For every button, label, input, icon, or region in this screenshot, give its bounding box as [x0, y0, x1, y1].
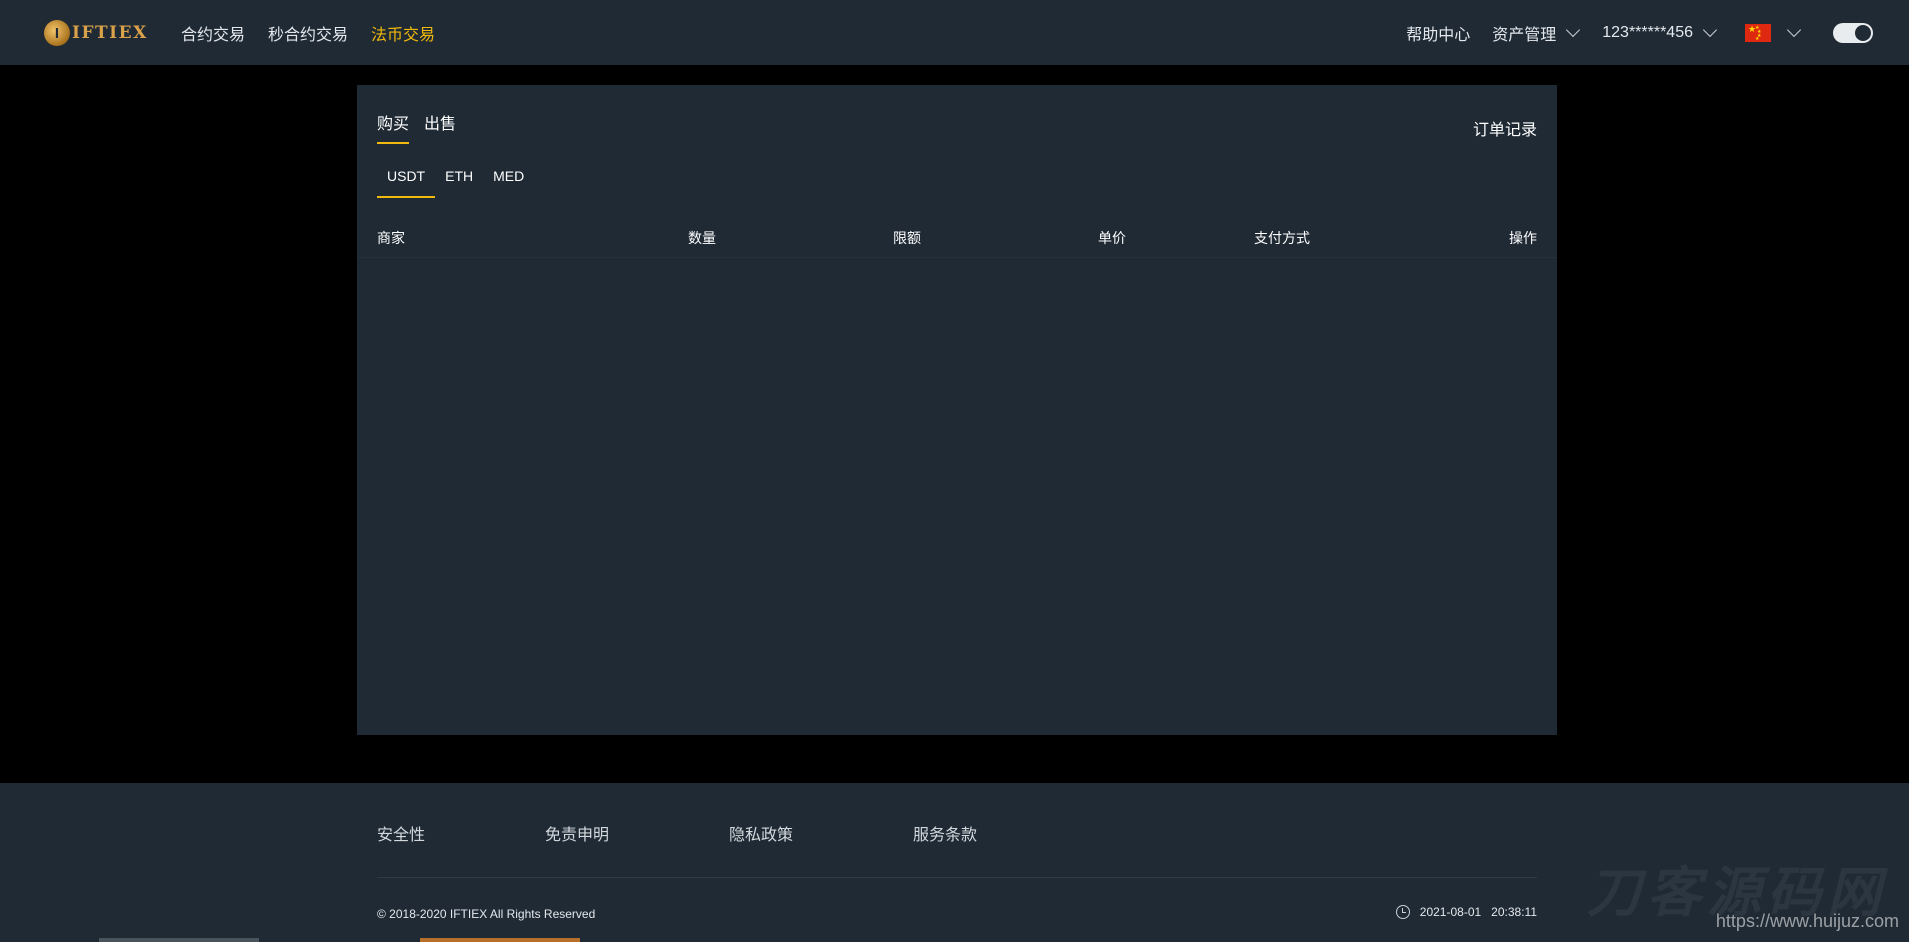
fiat-trade-panel: 购买 出售 订单记录 USDT ETH MED 商家 数量 限额 单价 支付方式…: [357, 85, 1557, 735]
table-divider: [357, 257, 1557, 258]
asset-management-label: 资产管理: [1492, 26, 1557, 44]
logo-text: IFTIEX: [72, 23, 148, 43]
footer-link-privacy[interactable]: 隐私政策: [729, 821, 793, 845]
footer-link-disclaimer[interactable]: 免责申明: [545, 821, 609, 845]
table-header: 商家 数量 限额 单价 支付方式 操作: [377, 228, 1537, 258]
coin-tabs: USDT ETH MED: [377, 168, 534, 200]
server-clock: 20:38:11: [1491, 905, 1537, 919]
logo-mark-icon: I: [44, 20, 70, 46]
footer-divider: [377, 877, 1537, 878]
theme-toggle[interactable]: [1833, 22, 1873, 43]
column-action: 操作: [1509, 230, 1537, 246]
chevron-down-icon: [1786, 22, 1802, 38]
column-merchant: 商家: [377, 230, 405, 246]
trade-type-tabs: 购买 出售: [377, 110, 456, 144]
tab-med[interactable]: MED: [483, 168, 534, 198]
nav-contract-trading[interactable]: 合约交易: [181, 21, 245, 45]
column-unit-price: 单价: [1098, 230, 1126, 246]
tab-usdt[interactable]: USDT: [377, 168, 436, 198]
footer: 安全性 免责申明 隐私政策 服务条款 © 2018-2020 IFTIEX Al…: [0, 783, 1909, 942]
language-dropdown[interactable]: ★ ★ ★ ★ ★: [1745, 22, 1802, 42]
account-label: 123******456: [1602, 23, 1693, 41]
moon-icon: [1855, 24, 1871, 41]
top-header: I IFTIEX 合约交易 秒合约交易 法币交易 帮助中心 资产管理 123**…: [0, 0, 1909, 65]
asset-management-dropdown[interactable]: 资产管理: [1492, 21, 1581, 45]
copyright-text: © 2018-2020 IFTIEX All Rights Reserved: [377, 907, 596, 921]
footer-link-security[interactable]: 安全性: [377, 821, 425, 845]
nav-fiat-trading[interactable]: 法币交易: [371, 21, 435, 45]
chevron-down-icon: [1566, 22, 1581, 38]
bottom-scroll-indicator-active: [420, 938, 580, 942]
nav-second-contract-trading[interactable]: 秒合约交易: [268, 21, 348, 45]
chevron-down-icon: [1702, 22, 1718, 38]
column-payment-method: 支付方式: [1254, 230, 1310, 246]
account-dropdown[interactable]: 123******456: [1602, 22, 1718, 42]
logo[interactable]: I IFTIEX: [44, 18, 148, 48]
server-date: 2021-08-01: [1419, 905, 1482, 919]
tab-sell[interactable]: 出售: [424, 110, 456, 144]
china-flag-icon: ★ ★ ★ ★ ★: [1745, 23, 1771, 42]
column-quantity: 数量: [688, 230, 716, 246]
clock-icon: [1395, 905, 1410, 919]
help-center-link[interactable]: 帮助中心: [1406, 21, 1470, 45]
user-nav: 帮助中心 资产管理 123******456 ★ ★ ★ ★ ★: [1406, 0, 1873, 65]
footer-link-terms[interactable]: 服务条款: [913, 821, 977, 845]
column-limit: 限额: [893, 230, 921, 246]
main-nav: 合约交易 秒合约交易 法币交易: [181, 0, 435, 65]
order-record-link[interactable]: 订单记录: [1473, 116, 1537, 140]
footer-links: 安全性 免责申明 隐私政策 服务条款: [377, 821, 977, 845]
tab-buy[interactable]: 购买: [377, 110, 410, 144]
tab-eth[interactable]: ETH: [435, 168, 483, 198]
server-time: 2021-08-01 20:38:11: [1395, 905, 1537, 919]
watermark-url: https://www.huijuz.com: [1715, 911, 1899, 931]
bottom-scroll-indicator: [99, 938, 259, 942]
